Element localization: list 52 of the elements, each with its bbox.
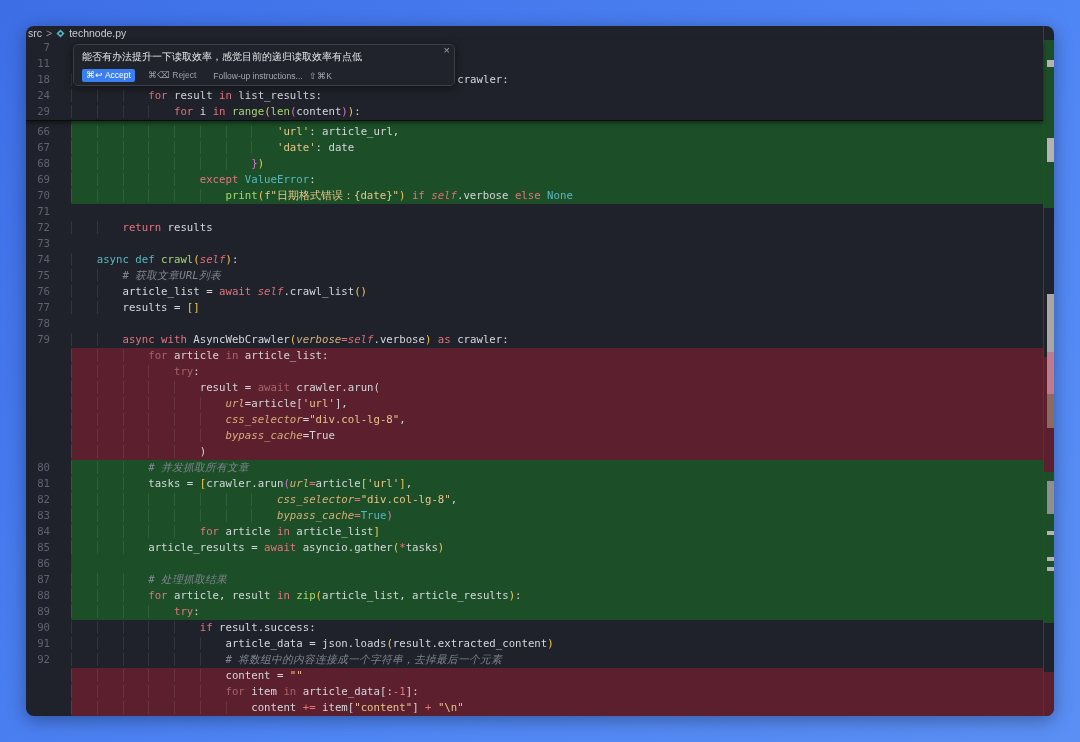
line-number: 91 bbox=[36, 636, 51, 652]
line-number: 88 bbox=[36, 588, 51, 604]
reject-button[interactable]: ⌘⌫ Reject bbox=[143, 69, 201, 82]
code-line: async def crawl(self): bbox=[71, 252, 1043, 268]
code-line: # 将数组中的内容连接成一个字符串，去掉最后一个元素 bbox=[71, 652, 1043, 668]
close-button[interactable]: × bbox=[443, 45, 450, 56]
line-number: 78 bbox=[36, 316, 51, 332]
line-number: 75 bbox=[36, 268, 51, 284]
line-number: 68 bbox=[36, 156, 51, 172]
line-number: 82 bbox=[36, 492, 51, 508]
line-number: 71 bbox=[36, 204, 51, 220]
line-number: 29 bbox=[36, 104, 51, 120]
code-line: for i in range(len(content)): bbox=[71, 104, 1043, 120]
code-line: # 获取文章URL列表 bbox=[71, 268, 1043, 284]
line-number: 7 bbox=[42, 40, 51, 56]
line-number: 87 bbox=[36, 572, 51, 588]
line-number: 24 bbox=[36, 88, 51, 104]
line-number: 70 bbox=[36, 188, 51, 204]
breadcrumb-folder[interactable]: src bbox=[28, 27, 42, 39]
line-number: 83 bbox=[36, 508, 51, 524]
line-number: 80 bbox=[36, 460, 51, 476]
line-number: 74 bbox=[36, 252, 51, 268]
shortcut-hint: ⇧⌘K bbox=[309, 70, 333, 81]
line-number: 73 bbox=[36, 236, 51, 252]
line-number: 66 bbox=[36, 124, 51, 140]
code-line: if result.success: bbox=[71, 620, 1043, 636]
line-number: 84 bbox=[36, 524, 51, 540]
line-number: 79 bbox=[36, 332, 51, 348]
prompt-text: 能否有办法提升一下读取效率，感觉目前的递归读取效率有点低 bbox=[82, 50, 363, 64]
line-number: 92 bbox=[36, 652, 51, 668]
line-number: 18 bbox=[36, 72, 51, 88]
line-number: 89 bbox=[36, 604, 51, 620]
line-number: 69 bbox=[36, 172, 51, 188]
breadcrumb-file[interactable]: technode.py bbox=[69, 27, 127, 39]
line-number: 76 bbox=[36, 284, 51, 300]
line-number: 86 bbox=[36, 556, 51, 572]
line-number: 72 bbox=[36, 220, 51, 236]
breadcrumb-separator: > bbox=[46, 27, 53, 39]
code-line: results = [] bbox=[71, 300, 1043, 316]
line-number: 85 bbox=[36, 540, 51, 556]
code-line: for result in list_results: bbox=[71, 88, 1043, 104]
code-line: return results bbox=[71, 220, 1043, 236]
follow-up-field[interactable]: Follow-up instructions... bbox=[213, 70, 308, 81]
line-number: 67 bbox=[36, 140, 51, 156]
line-number: 11 bbox=[36, 56, 51, 72]
line-number: 81 bbox=[36, 476, 51, 492]
code-line: article_data = json.loads(result.extracted_content) bbox=[71, 636, 1043, 652]
accept-button[interactable]: ⌘↩ Accept bbox=[82, 69, 135, 82]
code-line: article_list = await self.crawl_list() bbox=[71, 284, 1043, 300]
line-number: 90 bbox=[36, 620, 51, 636]
code-line: async with AsyncWebCrawler(verbose=self.verbose) as crawler: bbox=[71, 332, 1043, 348]
line-number: 77 bbox=[36, 300, 51, 316]
